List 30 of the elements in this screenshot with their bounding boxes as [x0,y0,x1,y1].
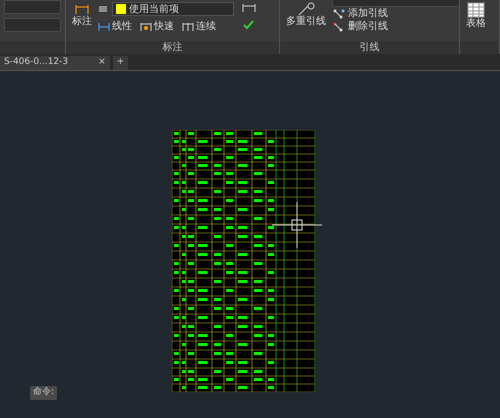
layers-icon [98,4,108,14]
dimension-tool-icon [182,20,194,32]
leader-icon [296,2,316,16]
panel-title: 标注 [66,41,279,54]
dropdown-field[interactable] [4,18,61,32]
crosshair-icon [272,202,322,248]
leader-tool-button[interactable]: 删除引线 [332,20,459,33]
close-icon[interactable]: × [98,56,106,70]
dimension-button[interactable]: 标注 [70,2,94,39]
new-tab-button[interactable]: + [112,56,128,70]
dimension-icon [242,2,256,14]
dimension-tool-button[interactable]: 连续 [182,20,216,33]
leader-tool-button[interactable]: 添加引线 [332,7,459,20]
check-icon [242,18,256,30]
dimension-tool-button[interactable]: 线性 [98,20,132,33]
table-icon [467,2,485,18]
table-button[interactable]: 表格 [464,2,488,39]
leader-tool-icon [332,8,346,20]
dimension-tool-button[interactable]: 快速 [140,20,174,33]
dimension-tool-icon [98,20,110,32]
swatch-icon [116,4,126,14]
dropdown-field[interactable] [332,0,459,7]
multileader-button[interactable]: 多重引线 [284,2,328,39]
dimension-style-dropdown[interactable]: 使用当前项 [112,2,234,16]
panel-title: 引线 [280,41,459,54]
dimension-icon [74,2,90,16]
dimension-tool-icon [140,20,152,32]
drawing-tab[interactable]: S-406-0...12-3 × [0,56,110,70]
command-prompt: 命令: [30,386,58,400]
input-field[interactable] [4,0,61,14]
